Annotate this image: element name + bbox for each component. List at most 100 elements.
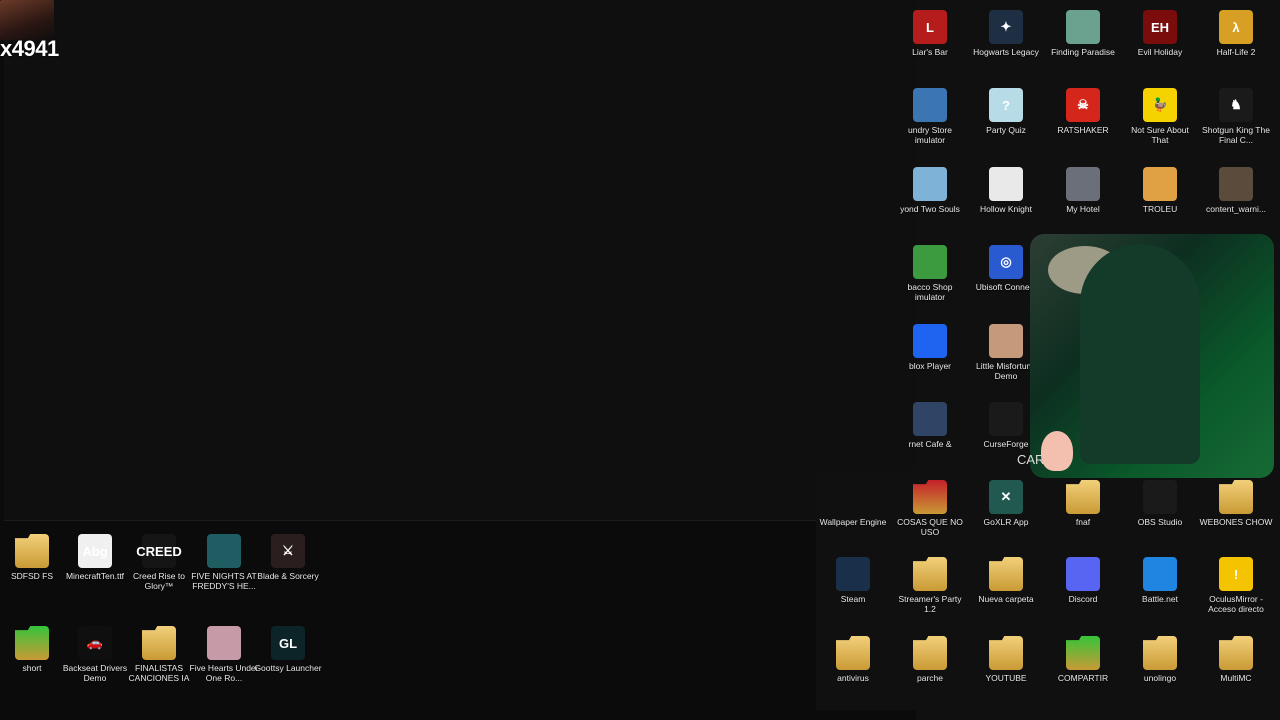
- liars-bar-icon: L: [913, 10, 947, 44]
- half-life-icon: λ: [1219, 10, 1253, 44]
- desktop-icon-label: OBS Studio: [1137, 517, 1183, 527]
- desktop-icon-nueva-carpeta[interactable]: Nueva carpeta: [968, 557, 1044, 604]
- evil-holiday-icon: EH: [1143, 10, 1177, 44]
- laundry-icon: [913, 88, 947, 122]
- desktop-icon-youtube[interactable]: YOUTUBE: [968, 636, 1044, 683]
- desktop-icon-label: COMPARTIR: [1057, 673, 1109, 683]
- desktop-icon-goxlr[interactable]: ✕ GoXLR App: [968, 480, 1044, 527]
- desktop-icon-fnaf[interactable]: fnaf: [1045, 480, 1121, 527]
- party-quiz-icon: ?: [989, 88, 1023, 122]
- desktop-icon-content-warning[interactable]: content_warni...: [1198, 167, 1274, 214]
- desktop-icon-label: COSAS QUE NO USO: [897, 517, 963, 537]
- blade-sorcery-icon: ⚔: [271, 534, 305, 568]
- desktop-icon-hollow-knight[interactable]: Hollow Knight: [968, 167, 1044, 214]
- desktop-icon-antivirus[interactable]: antivirus: [815, 636, 891, 683]
- desktop-icon-blade-sorcery[interactable]: ⚔ Blade & Sorcery: [250, 534, 326, 581]
- desktop-icon-shotgun-king[interactable]: ♞ Shotgun King The Final C...: [1198, 88, 1274, 145]
- viewer-tag: x4941: [0, 36, 59, 61]
- desktop-icon-label: content_warni...: [1205, 204, 1266, 214]
- desktop-icon-party-quiz[interactable]: ? Party Quiz: [968, 88, 1044, 135]
- fnaf-help-wanted-icon: [207, 534, 241, 568]
- desktop-icon-label: GoXLR App: [983, 517, 1029, 527]
- folder-icon: [1066, 480, 1100, 514]
- desktop-icon-label: yond Two Souls: [900, 204, 960, 214]
- desktop-icon-compartir[interactable]: COMPARTIR: [1045, 636, 1121, 683]
- content-warning-icon: [1219, 167, 1253, 201]
- five-hearts-icon: [207, 626, 241, 660]
- desktop-icon-discord[interactable]: Discord: [1045, 557, 1121, 604]
- folder-icon: [913, 480, 947, 514]
- desktop-icon-obs[interactable]: OBS Studio: [1122, 480, 1198, 527]
- internet-cafe-icon: [913, 402, 947, 436]
- discord-icon: [1066, 557, 1100, 591]
- desktop-icon-label: OculusMirror - Acceso directo: [1208, 594, 1264, 614]
- desktop-icon-finding-paradise[interactable]: Finding Paradise: [1045, 10, 1121, 57]
- desktop-icon-roblox[interactable]: blox Player: [892, 324, 968, 371]
- desktop-icon-my-hotel[interactable]: My Hotel: [1045, 167, 1121, 214]
- game-capture-area: [4, 0, 917, 521]
- desktop-icon-label: Steam: [840, 594, 866, 604]
- desktop-icon-multimc[interactable]: MultiMC: [1198, 636, 1274, 683]
- desktop-icon-label: WEBONES CHOW: [1199, 517, 1273, 527]
- desktop-icon-battle-net[interactable]: Battle.net: [1122, 557, 1198, 604]
- desktop-icon-hogwarts[interactable]: ✦ Hogwarts Legacy: [968, 10, 1044, 57]
- desktop-icon-label: Battle.net: [1142, 594, 1178, 604]
- desktop-icon-label: Blade & Sorcery: [257, 571, 319, 581]
- desktop-icon-label: Evil Holiday: [1137, 47, 1183, 57]
- desktop-icon-label: RATSHAKER: [1057, 125, 1109, 135]
- desktop-icon-label: My Hotel: [1066, 204, 1100, 214]
- ubisoft-icon: ◎: [989, 245, 1023, 279]
- desktop-icon-label: blox Player: [908, 361, 952, 371]
- folder-icon: [1219, 480, 1253, 514]
- duck-icon: 🦆: [1143, 88, 1177, 122]
- little-misfortune-icon: [989, 324, 1023, 358]
- desktop-icon-parche[interactable]: parche: [892, 636, 968, 683]
- creed-icon: CREED: [136, 534, 182, 568]
- roblox-icon: [913, 324, 947, 358]
- desktop-icon-beyond-two-souls[interactable]: yond Two Souls: [892, 167, 968, 214]
- folder-icon: [913, 636, 947, 670]
- desktop-icon-oculus[interactable]: ! OculusMirror - Acceso directo: [1198, 557, 1274, 614]
- warning-icon: !: [1219, 557, 1253, 591]
- desktop-icon-label: Not Sure About That: [1131, 125, 1189, 145]
- folder-icon: [142, 626, 176, 660]
- desktop-icon-label: antivirus: [837, 673, 869, 683]
- desktop-icon-label: parche: [917, 673, 943, 683]
- desktop-icon-streamers-party[interactable]: Streamer's Party 1.2: [892, 557, 968, 614]
- desktop-icon-steam[interactable]: Steam: [815, 557, 891, 604]
- desktop-icon-cosas[interactable]: COSAS QUE NO USO: [892, 480, 968, 537]
- hollow-knight-icon: [989, 167, 1023, 201]
- folder-icon: [989, 557, 1023, 591]
- desktop-icon-label: Streamer's Party 1.2: [898, 594, 962, 614]
- goottsy-icon: GL: [271, 626, 305, 660]
- desktop-icon-liars-bar[interactable]: L Liar's Bar: [892, 10, 968, 57]
- battle-net-icon: [1143, 557, 1177, 591]
- desktop-icon-unolingo[interactable]: unolingo: [1122, 636, 1198, 683]
- folder-icon: [1066, 636, 1100, 670]
- desktop-icon-wallpaper-engine[interactable]: Wallpaper Engine: [815, 480, 891, 527]
- desktop-icon-half-life-2[interactable]: λ Half-Life 2: [1198, 10, 1274, 57]
- mascot-sticker: [1041, 431, 1073, 471]
- desktop-icon-label: Goottsy Launcher: [254, 663, 322, 673]
- folder-icon: [836, 636, 870, 670]
- folder-icon: [913, 557, 947, 591]
- curseforge-icon: [989, 402, 1023, 436]
- desktop-icon-tobacco-shop[interactable]: bacco Shop imulator: [892, 245, 968, 302]
- streamer: [1080, 244, 1200, 464]
- desktop-icon-webones[interactable]: WEBONES CHOW: [1198, 480, 1274, 527]
- hogwarts-icon: ✦: [989, 10, 1023, 44]
- desktop-icon-label: Hollow Knight: [980, 204, 1032, 214]
- desktop-icon-label: Discord: [1068, 594, 1098, 604]
- desktop-icon-label: Half-Life 2: [1216, 47, 1256, 57]
- desktop-icon-internet-cafe[interactable]: rnet Cafe &: [892, 402, 968, 449]
- desktop-icon-label: Liar's Bar: [912, 47, 948, 57]
- folder-icon: [15, 626, 49, 660]
- beyond-two-souls-icon: [913, 167, 947, 201]
- desktop-icon-ratshaker[interactable]: ☠ RATSHAKER: [1045, 88, 1121, 135]
- font-file-icon: Abg: [78, 534, 112, 568]
- desktop-icon-troleu[interactable]: TROLEU: [1122, 167, 1198, 214]
- desktop-icon-not-sure[interactable]: 🦆 Not Sure About That: [1122, 88, 1198, 145]
- desktop-icon-evil-holiday[interactable]: EH Evil Holiday: [1122, 10, 1198, 57]
- desktop-icon-laundry[interactable]: undry Store imulator: [892, 88, 968, 145]
- desktop-icon-goottsy[interactable]: GL Goottsy Launcher: [250, 626, 326, 673]
